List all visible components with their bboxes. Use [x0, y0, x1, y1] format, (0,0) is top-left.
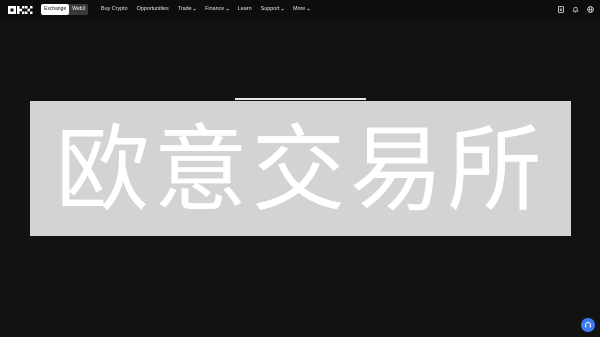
nav-item-finance[interactable]: Finance	[205, 4, 229, 15]
nav-item-buy-crypto[interactable]: Buy Crypto	[101, 4, 128, 15]
nav-item-label: Trade	[177, 6, 192, 12]
chevron-down-icon	[306, 8, 310, 11]
top-navigation-bar: Exchange Web3 Buy Crypto Opportunities T…	[0, 0, 600, 19]
nav-item-label: Support	[260, 6, 280, 12]
okx-logo-icon[interactable]	[8, 6, 33, 14]
chevron-down-icon	[281, 8, 284, 11]
nav-item-learn[interactable]: Learn	[238, 4, 252, 15]
bell-icon[interactable]	[572, 6, 579, 13]
nav-item-label: Finance	[205, 6, 225, 12]
chevron-down-icon	[225, 8, 229, 11]
nav-item-label: More	[293, 6, 306, 12]
header-right-icons	[549, 4, 594, 15]
main-nav: Buy Crypto Opportunities Trade Finance L…	[101, 4, 319, 15]
hero-top-accent-line	[235, 98, 366, 100]
headset-icon	[585, 322, 591, 328]
nav-item-label: Buy Crypto	[101, 6, 128, 12]
customer-support-button[interactable]	[581, 318, 595, 332]
exchange-toggle-button[interactable]: Exchange	[41, 4, 70, 15]
hero-title: 欧意交易所	[55, 115, 546, 225]
nav-item-label: Opportunities	[136, 6, 169, 12]
nav-item-more[interactable]: More	[293, 4, 310, 15]
nav-item-trade[interactable]: Trade	[178, 4, 196, 15]
download-icon[interactable]	[557, 6, 564, 13]
nav-item-label: Learn	[237, 6, 252, 12]
hero-banner: 欧意交易所	[30, 101, 571, 236]
exchange-wallet-switcher: Exchange Web3	[41, 4, 89, 15]
nav-item-support[interactable]: Support	[261, 4, 284, 15]
chevron-down-icon	[193, 8, 196, 11]
globe-icon[interactable]	[587, 6, 594, 13]
web3-toggle-button[interactable]: Web3	[69, 4, 89, 15]
nav-item-opportunities[interactable]: Opportunities	[137, 4, 169, 15]
